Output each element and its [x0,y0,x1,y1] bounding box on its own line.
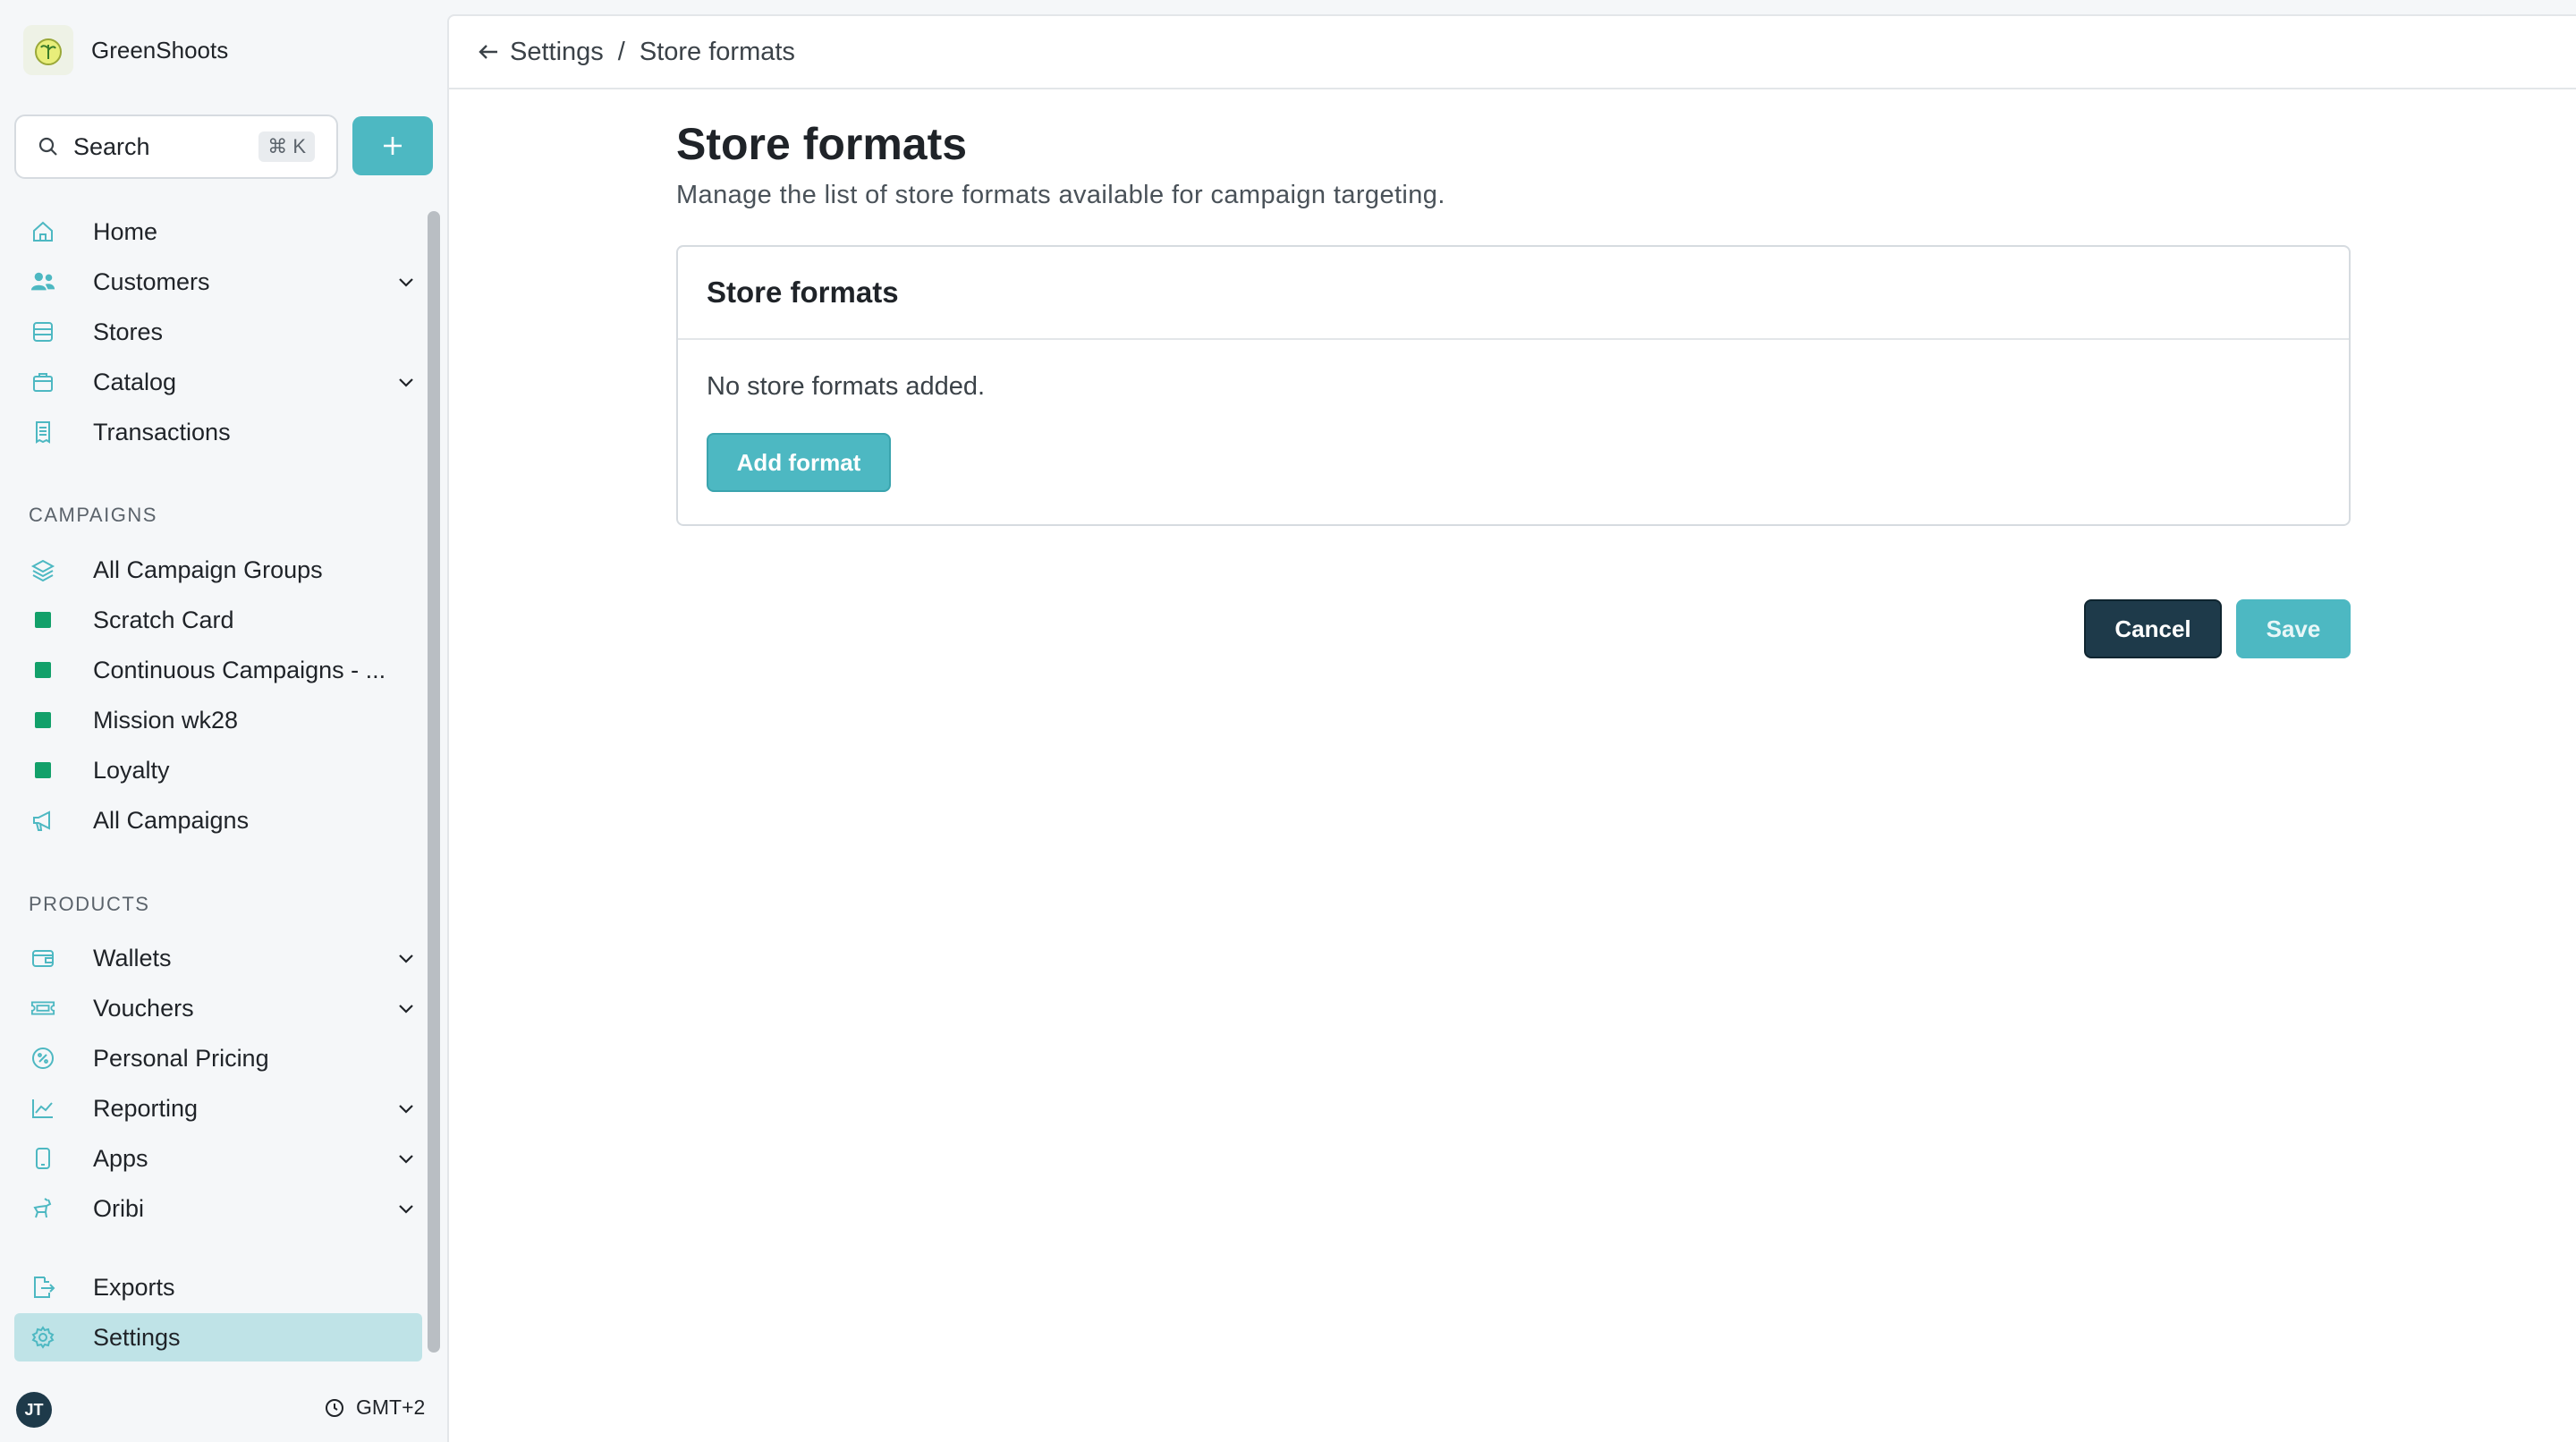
sidebar-item-oribi[interactable]: Oribi [14,1184,422,1233]
sidebar-item-label: Transactions [93,418,231,445]
sidebar-item-label: Settings [93,1323,181,1351]
timezone-indicator[interactable]: GMT+2 [324,1395,425,1420]
plus-icon [384,137,402,155]
main-panel: Settings / Store formats Store formats M… [447,14,2576,1442]
clock-icon [326,1398,343,1417]
square-icon [30,657,55,683]
ticket-icon [30,996,55,1021]
sidebar-item-label: Reporting [93,1094,199,1122]
section-title-products: PRODUCTS [29,893,150,915]
store-icon [30,319,55,344]
bag-icon [30,369,55,394]
sidebar-item-label: Customers [93,267,210,295]
page-title: Store formats [676,119,968,169]
search-input[interactable]: Search ⌘ K [14,115,338,179]
export-icon [30,1275,55,1300]
gear-icon [30,1325,55,1350]
chevron-down-icon[interactable] [395,947,417,969]
sidebar-item-label: All Campaign Groups [93,556,323,583]
home-icon [30,219,55,244]
sidebar-item-loyalty[interactable]: Loyalty [14,746,422,794]
sidebar-scrollbar[interactable] [428,211,440,1353]
card-title: Store formats [678,247,2349,340]
sidebar-item-stores[interactable]: Stores [14,308,422,356]
avatar[interactable]: JT [16,1392,52,1428]
create-new-button[interactable] [352,116,433,175]
empty-state-message: No store formats added. [707,372,986,401]
sidebar-item-label: Home [93,217,158,245]
brand-name: GreenShoots [91,36,229,64]
phone-icon [30,1146,55,1171]
chevron-down-icon[interactable] [395,1198,417,1219]
sidebar-item-transactions[interactable]: Transactions [14,408,422,456]
cancel-button[interactable]: Cancel [2084,599,2222,658]
brand-logo-icon [23,25,73,75]
sidebar-item-customers[interactable]: Customers [14,258,422,306]
timezone-label: GMT+2 [356,1395,426,1419]
arrow-left-icon[interactable] [476,39,501,64]
store-formats-card: Store formats No store formats added. Ad… [676,245,2351,526]
chevron-down-icon[interactable] [395,371,417,393]
search-icon [38,137,57,156]
breadcrumb-current: Store formats [639,37,795,66]
sidebar-item-wallets[interactable]: Wallets [14,934,422,982]
sidebar-item-label: Loyalty [93,756,170,784]
sidebar-item-home[interactable]: Home [14,208,422,256]
search-shortcut: ⌘ K [258,131,315,162]
sidebar-item-label: Stores [93,318,164,345]
megaphone-icon [30,808,55,833]
wallet-icon [30,946,55,971]
sidebar-item-label: Apps [93,1144,148,1172]
chevron-down-icon[interactable] [395,1098,417,1119]
sidebar-item-scratch-card[interactable]: Scratch Card [14,596,422,644]
sidebar-item-catalog[interactable]: Catalog [14,358,422,406]
sidebar-item-label: Mission wk28 [93,706,239,734]
sidebar-item-apps[interactable]: Apps [14,1134,422,1183]
square-icon [30,708,55,733]
brand[interactable]: GreenShoots [23,25,228,75]
sidebar-item-label: Scratch Card [93,606,234,633]
sidebar-item-personal-pricing[interactable]: Personal Pricing [14,1034,422,1082]
square-icon [30,607,55,632]
sidebar-item-reporting[interactable]: Reporting [14,1084,422,1132]
sidebar-item-exports[interactable]: Exports [14,1263,422,1311]
breadcrumb: Settings / Store formats [476,38,795,67]
receipt-icon [30,420,55,445]
breadcrumb-parent[interactable]: Settings [510,38,604,67]
sidebar-item-label: Personal Pricing [93,1044,269,1072]
sidebar-item-all-campaigns[interactable]: All Campaigns [14,796,422,844]
sidebar-item-label: Catalog [93,368,177,395]
sidebar-item-label: Continuous Campaigns - ... [93,656,386,683]
breadcrumb-separator: / [617,37,625,66]
section-title-campaigns: CAMPAIGNS [29,504,157,526]
sidebar-item-label: Exports [93,1273,175,1301]
save-button[interactable]: Save [2236,599,2351,658]
sidebar: GreenShoots Search ⌘ K Home Customers St… [0,0,447,1442]
chevron-down-icon[interactable] [395,1148,417,1169]
layers-icon [30,557,55,582]
sidebar-item-label: All Campaigns [93,806,250,834]
square-icon [30,758,55,783]
sidebar-item-continuous-campaigns[interactable]: Continuous Campaigns - ... [14,646,422,694]
sidebar-item-all-campaign-groups[interactable]: All Campaign Groups [14,546,422,594]
sidebar-item-label: Wallets [93,944,172,971]
add-format-button[interactable]: Add format [707,433,891,492]
chevron-down-icon[interactable] [395,997,417,1019]
page-subtitle: Manage the list of store formats availab… [676,181,1445,209]
chevron-down-icon[interactable] [395,271,417,293]
sidebar-item-mission-wk28[interactable]: Mission wk28 [14,696,422,744]
users-icon [30,269,55,294]
percent-badge-icon [30,1046,55,1071]
sidebar-item-settings[interactable]: Settings [14,1313,422,1361]
chart-icon [30,1096,55,1121]
oribi-icon [30,1196,55,1221]
sidebar-item-label: Vouchers [93,994,194,1022]
sidebar-item-vouchers[interactable]: Vouchers [14,984,422,1032]
topbar: Settings / Store formats [449,16,2576,89]
search-label: Search [73,132,150,160]
sidebar-item-label: Oribi [93,1194,145,1222]
